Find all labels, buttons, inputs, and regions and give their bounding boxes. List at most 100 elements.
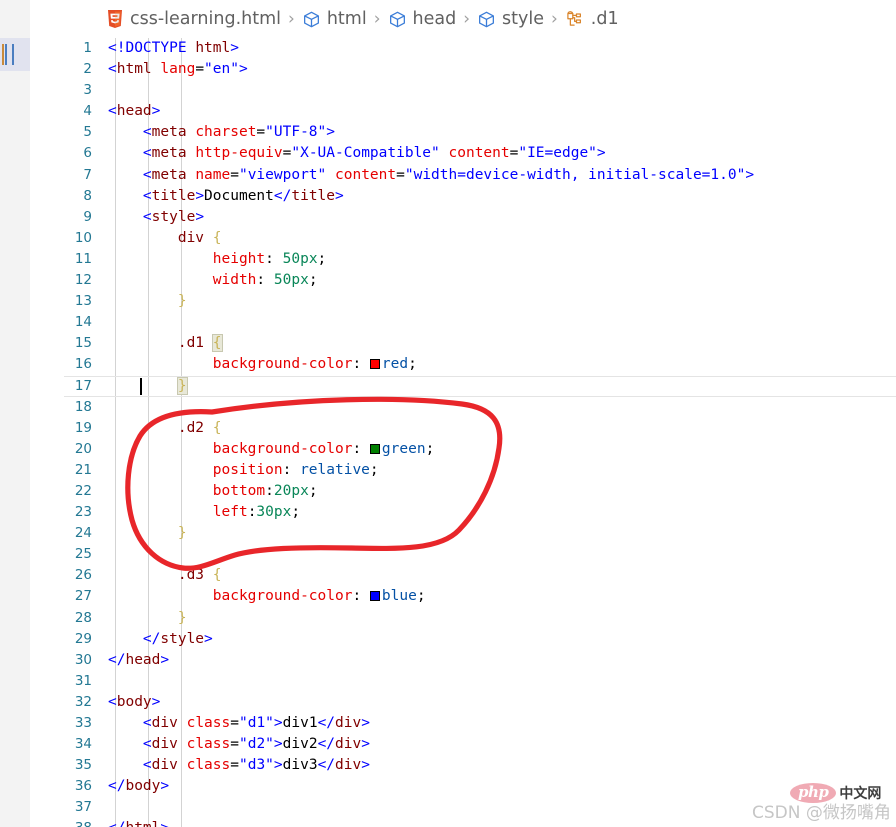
code-line[interactable]: 19 .d2 { bbox=[30, 418, 896, 439]
code-line[interactable]: 8 <title>Document</title> bbox=[30, 186, 896, 207]
code-line[interactable]: 35 <div class="d3">div3</div> bbox=[30, 755, 896, 776]
code-line[interactable]: 27 background-color: blue; bbox=[30, 586, 896, 607]
code-line[interactable]: 31 bbox=[30, 671, 896, 692]
code-line[interactable]: 11 height: 50px; bbox=[30, 249, 896, 270]
code-line[interactable]: 20 background-color: green; bbox=[30, 439, 896, 460]
code-line[interactable]: 30 </head> bbox=[30, 650, 896, 671]
token-tagp: > bbox=[160, 778, 170, 795]
breadcrumb-item-head[interactable]: head bbox=[388, 9, 456, 29]
code-line[interactable]: 18 bbox=[30, 397, 896, 418]
token-tagp: > bbox=[361, 715, 370, 731]
token-num: 50px bbox=[282, 250, 318, 267]
token-punct: : bbox=[265, 482, 274, 499]
code-line[interactable]: 13 } bbox=[30, 291, 896, 312]
code-line[interactable]: 5 <meta charset="UTF-8"> bbox=[30, 122, 896, 143]
token-tagn: div bbox=[335, 757, 362, 774]
token-attr: content bbox=[335, 166, 397, 183]
code-line[interactable]: 3 bbox=[30, 80, 896, 101]
token-brace: { bbox=[212, 229, 222, 246]
code-text: <meta charset="UTF-8"> bbox=[108, 122, 335, 143]
token-punct: ; bbox=[408, 356, 417, 373]
color-swatch-icon[interactable] bbox=[369, 359, 380, 370]
code-line[interactable]: 4 <head> bbox=[30, 101, 896, 122]
code-line[interactable]: 34 <div class="d2">div2</div> bbox=[30, 734, 896, 755]
breadcrumb-item-css-learning-html[interactable]: css-learning.html bbox=[106, 9, 281, 29]
token-tagn: div bbox=[151, 736, 178, 753]
code-line[interactable]: 26 .d3 { bbox=[30, 565, 896, 586]
token-tagn: html bbox=[116, 61, 152, 78]
code-line[interactable]: 1 <!DOCTYPE html> bbox=[30, 38, 896, 59]
token-tagn: html bbox=[195, 40, 231, 56]
token-tagp: < bbox=[142, 187, 152, 204]
code-text: <div class="d2">div2</div> bbox=[108, 734, 370, 755]
breadcrumb-label: css-learning.html bbox=[130, 9, 281, 29]
breadcrumb-item-style[interactable]: style bbox=[477, 9, 544, 29]
code-line[interactable]: 7 <meta name="viewport" content="width=d… bbox=[30, 165, 896, 186]
line-number: 7 bbox=[83, 166, 92, 183]
token-str: "IE=edge" bbox=[518, 145, 597, 162]
breadcrumb-separator: › bbox=[373, 9, 381, 29]
code-text: } bbox=[108, 376, 188, 397]
code-line[interactable]: 10 div { bbox=[30, 228, 896, 249]
code-text: bottom:20px; bbox=[108, 481, 318, 502]
line-number: 31 bbox=[74, 672, 92, 689]
token-sel: .d2 bbox=[177, 419, 205, 436]
token-punct: ; bbox=[425, 440, 435, 457]
token-eq: = bbox=[230, 736, 239, 753]
token-num: 20px bbox=[273, 482, 309, 499]
minimap-fragment[interactable] bbox=[0, 38, 30, 71]
code-line[interactable]: 6 <meta http-equiv="X-UA-Compatible" con… bbox=[30, 143, 896, 164]
line-number: 9 bbox=[83, 208, 92, 225]
code-line[interactable]: 28 } bbox=[30, 608, 896, 629]
breadcrumb-item-html[interactable]: html bbox=[302, 9, 367, 29]
code-line[interactable]: 25 bbox=[30, 544, 896, 565]
token-attr: lang bbox=[160, 61, 196, 78]
code-line[interactable]: 36 </body> bbox=[30, 776, 896, 797]
code-line[interactable]: 14 bbox=[30, 312, 896, 333]
token-tagp: < bbox=[108, 693, 117, 710]
color-swatch-icon[interactable] bbox=[369, 443, 380, 454]
token-tagp: < bbox=[142, 145, 152, 162]
code-editor[interactable]: 1 <!DOCTYPE html> 2 <html lang="en"> 3 4 <head… bbox=[30, 38, 896, 827]
token-tagp: > bbox=[160, 820, 169, 827]
token-tagp: > bbox=[204, 630, 213, 647]
code-line[interactable]: 16 background-color: red; bbox=[30, 354, 896, 375]
token-attr: background-color bbox=[212, 356, 353, 373]
code-line[interactable]: 22 bottom:20px; bbox=[30, 481, 896, 502]
code-line[interactable]: 32 <body> bbox=[30, 692, 896, 713]
code-line[interactable]: 24 } bbox=[30, 523, 896, 544]
token-tagp: > bbox=[160, 651, 170, 668]
token-tagn: head bbox=[116, 103, 152, 120]
code-text: left:30px; bbox=[108, 502, 300, 523]
code-line[interactable]: 17 } bbox=[30, 375, 896, 397]
code-line[interactable]: 23 left:30px; bbox=[30, 502, 896, 523]
token-tagn: meta bbox=[151, 145, 187, 162]
code-lines[interactable]: 1 <!DOCTYPE html> 2 <html lang="en"> 3 4 <head… bbox=[30, 38, 896, 827]
token-attr: height bbox=[212, 250, 266, 267]
code-line[interactable]: 21 position: relative; bbox=[30, 460, 896, 481]
code-line[interactable]: 2 <html lang="en"> bbox=[30, 59, 896, 80]
token-tagp: < bbox=[142, 166, 152, 183]
token-kw: green bbox=[381, 440, 426, 457]
code-line[interactable]: 29 </style> bbox=[30, 629, 896, 650]
color-swatch-icon[interactable] bbox=[369, 591, 380, 602]
code-line[interactable]: 33 <div class="d1">div1</div> bbox=[30, 713, 896, 734]
token-punct: ; bbox=[308, 272, 318, 289]
token-eq: = bbox=[396, 166, 405, 183]
token-tagp: < bbox=[142, 757, 152, 774]
code-line[interactable]: 9 <style> bbox=[30, 207, 896, 228]
code-line[interactable]: 15 .d1 { bbox=[30, 333, 896, 354]
token-attr: name bbox=[195, 166, 231, 183]
html-element-icon bbox=[477, 10, 496, 29]
breadcrumb-item-d1[interactable]: .d1 bbox=[565, 9, 619, 29]
code-line[interactable]: 12 width: 50px; bbox=[30, 270, 896, 291]
